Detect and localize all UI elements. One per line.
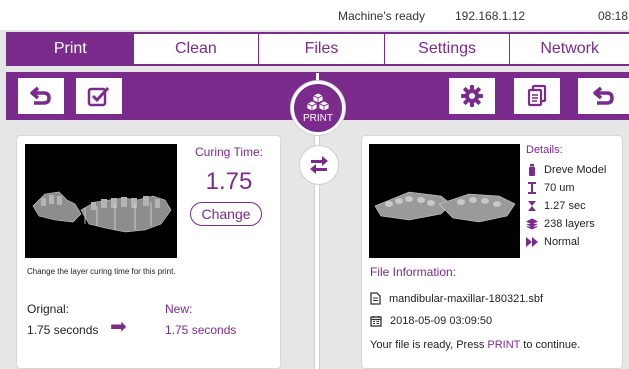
checkbox-icon [87, 86, 110, 107]
swap-button[interactable] [299, 145, 339, 185]
undo-icon [592, 86, 614, 105]
change-button[interactable]: Change [190, 202, 262, 226]
fast-forward-icon [526, 237, 538, 247]
material-value: Dreve Model [544, 164, 607, 176]
curing-panel: Curing Time: 1.75 Change Change the laye… [16, 135, 281, 369]
hourglass-icon [528, 201, 536, 211]
curing-time-value: 1.75 [205, 168, 253, 195]
tab-files[interactable]: Files [259, 34, 385, 64]
file-icon [370, 292, 381, 305]
thickness-value: 70 um [544, 182, 575, 194]
file-panel: Details: Dreve Model 70 um 1.27 sec 238 … [361, 135, 623, 369]
app-root: Machine's ready 192.168.1.12 08:18 Print… [0, 0, 629, 369]
gear-icon [461, 85, 483, 107]
curing-hint: Change the layer curing time for this pr… [27, 267, 176, 276]
copy-icon [527, 84, 547, 107]
bottle-icon [529, 164, 535, 176]
arrow-right-icon: ➡ [110, 316, 127, 338]
details-list: Details: Dreve Model 70 um 1.27 sec 238 … [526, 144, 622, 251]
tab-network[interactable]: Network [510, 34, 629, 64]
settings-button[interactable] [449, 78, 495, 114]
model-preview-image [25, 144, 177, 258]
ready-message-print: PRINT [487, 339, 521, 351]
calendar-icon [370, 316, 382, 327]
file-name-row: mandibular-maxillar-180321.sbf [370, 292, 543, 305]
undo-button[interactable] [18, 78, 64, 114]
file-date-row: 2018-05-09 03:09:50 [370, 315, 492, 327]
new-label: New: [165, 302, 193, 316]
slice-preview-image [369, 144, 520, 258]
tab-print[interactable]: Print [8, 34, 134, 64]
original-value: 1.75 seconds [27, 323, 99, 337]
ip-address: 192.168.1.12 [455, 9, 526, 23]
dental-slice-image [369, 144, 520, 258]
mode-value: Normal [544, 236, 580, 248]
print-button[interactable]: PRINT [291, 81, 345, 135]
dental-model-image [25, 144, 177, 258]
copy-button[interactable] [514, 78, 560, 114]
cubes-icon [306, 92, 330, 112]
main-tabs: Print Clean Files Settings Network [6, 32, 629, 66]
details-title: Details: [526, 144, 563, 156]
back-button[interactable] [578, 78, 629, 114]
detail-exposure: 1.27 sec [526, 197, 622, 215]
exposure-value: 1.27 sec [544, 200, 586, 212]
confirm-button[interactable] [76, 78, 122, 114]
machine-status: Machine's ready [338, 9, 425, 23]
ready-message-pre: Your file is ready, Press [370, 339, 488, 351]
curing-time-label: Curing Time: [194, 145, 264, 159]
detail-material: Dreve Model [526, 161, 622, 179]
tab-settings[interactable]: Settings [385, 34, 511, 64]
ready-message: Your file is ready, Press PRINT to conti… [370, 339, 580, 351]
detail-mode: Normal [526, 233, 622, 251]
undo-icon [30, 86, 51, 105]
layers-value: 238 layers [544, 218, 595, 230]
file-date: 2018-05-09 03:09:50 [390, 315, 493, 327]
layer-height-icon [528, 182, 536, 194]
layers-icon [526, 218, 538, 230]
print-label: PRINT [303, 113, 333, 124]
file-info-title: File Information: [370, 265, 457, 279]
detail-layers: 238 layers [526, 215, 622, 233]
file-name: mandibular-maxillar-180321.sbf [389, 292, 544, 305]
tab-clean[interactable]: Clean [134, 34, 260, 64]
detail-thickness: 70 um [526, 179, 622, 197]
ready-message-post: to continue. [520, 339, 581, 351]
clock: 08:18 [598, 9, 629, 23]
status-bar: Machine's ready 192.168.1.12 08:18 [0, 0, 629, 30]
swap-arrows-icon [310, 156, 328, 174]
original-label: Orignal: [27, 302, 70, 316]
new-value: 1.75 seconds [165, 323, 237, 337]
